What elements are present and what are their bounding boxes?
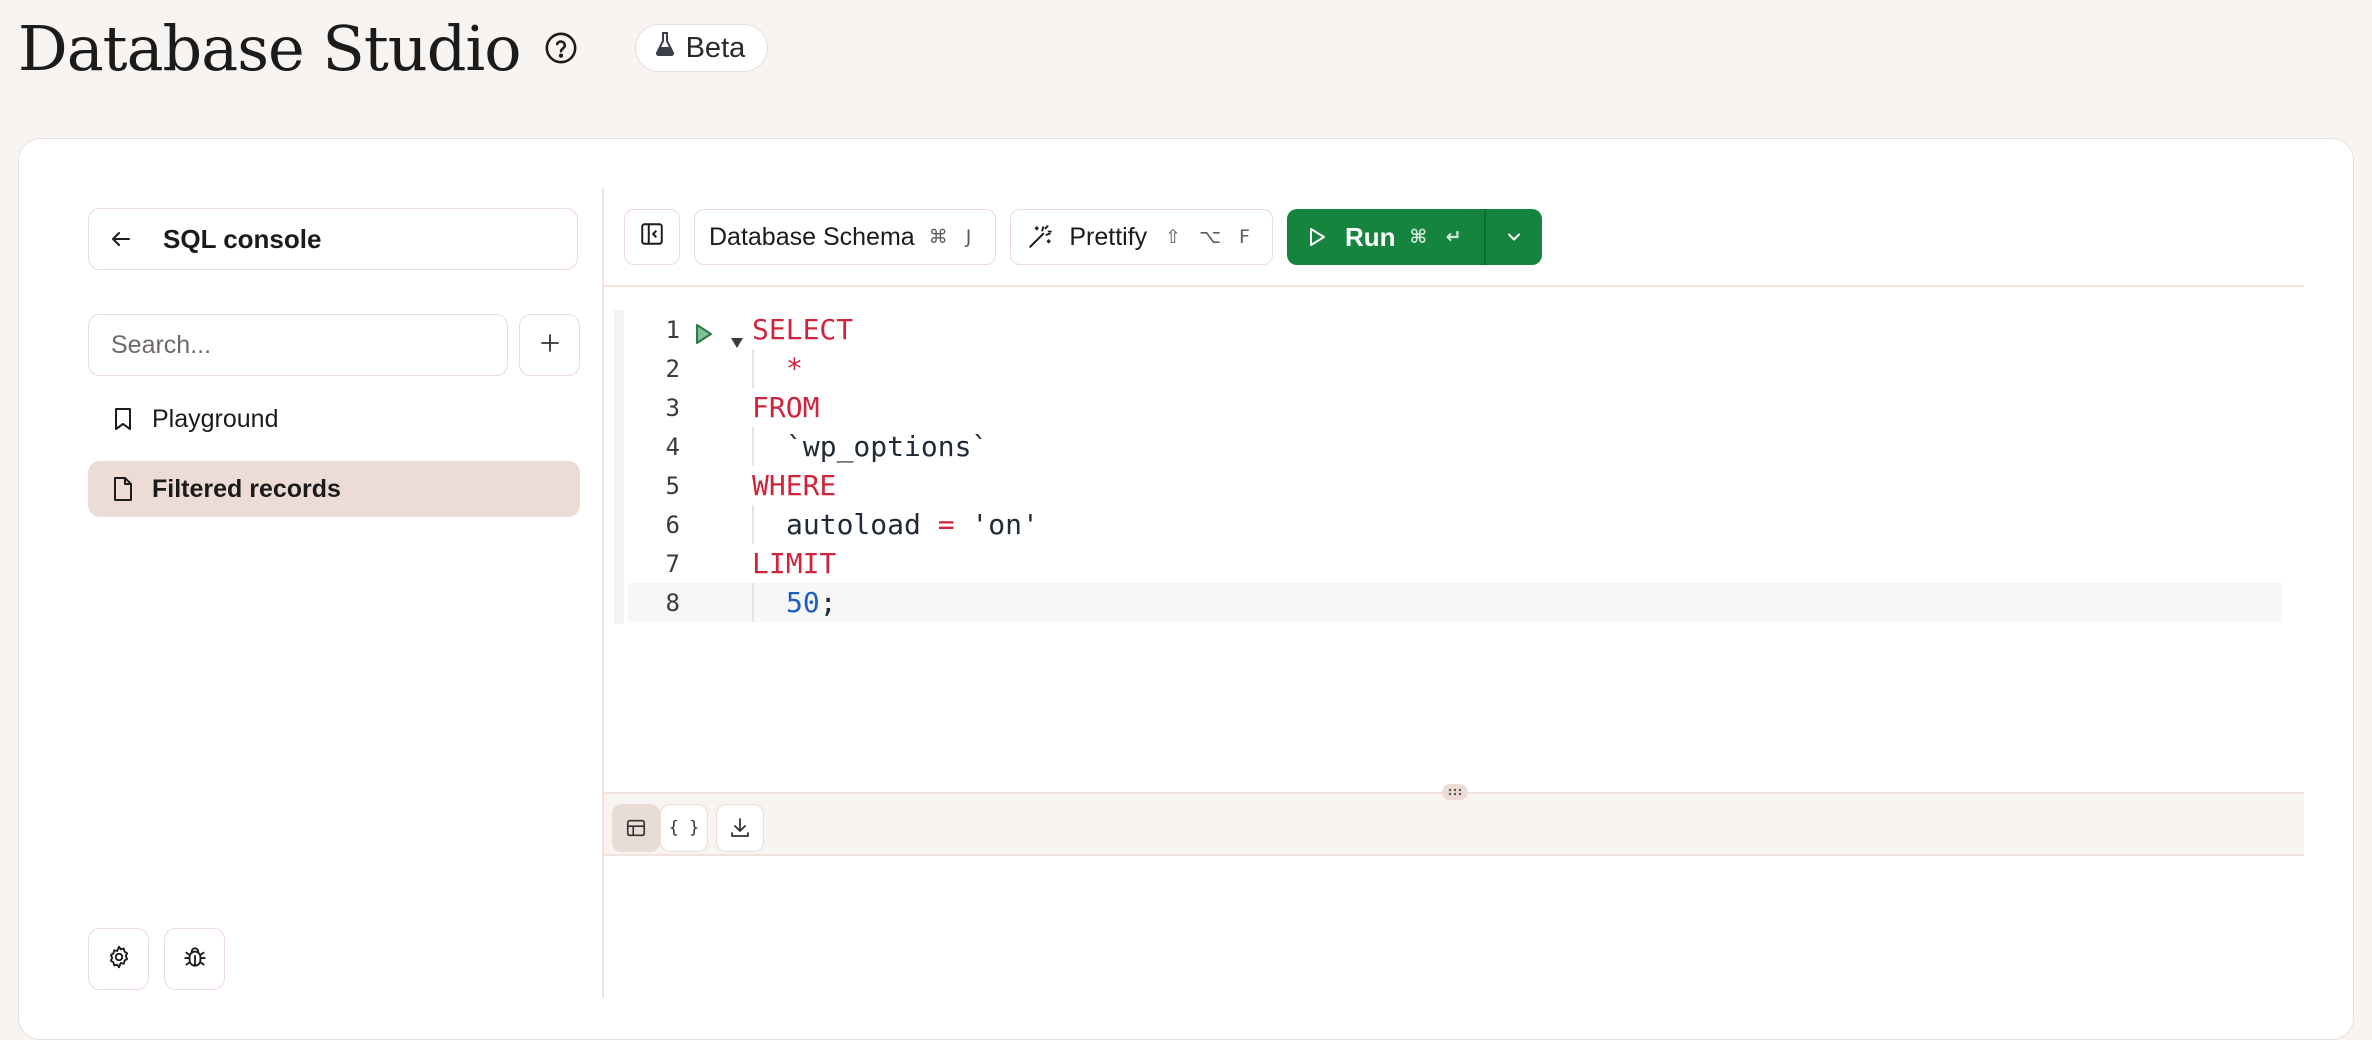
line-number: 4 (665, 432, 680, 461)
semicolon: ; (819, 586, 837, 619)
prettify-shortcut: ⇧ ⌥ F (1165, 226, 1256, 248)
add-query-button[interactable] (519, 314, 580, 376)
run-line-icon[interactable] (694, 319, 714, 352)
sidebar: SQL console Playground Filtered records (88, 208, 580, 998)
search-input[interactable] (88, 314, 508, 376)
prettify-button[interactable]: Prettify ⇧ ⌥ F (1010, 209, 1273, 265)
gear-icon (106, 944, 132, 975)
keyword-where: WHERE (752, 469, 837, 502)
table-name: `wp_options` (786, 430, 989, 463)
results-toolbar: { } (604, 792, 2304, 856)
run-options-dropdown[interactable] (1486, 209, 1542, 265)
sidebar-collapse-icon (639, 221, 665, 254)
file-icon (110, 476, 136, 502)
limit-value: 50; (786, 586, 837, 619)
operator: = (937, 508, 955, 541)
sidebar-footer (88, 928, 225, 990)
where-condition: autoload = 'on' (786, 508, 1039, 541)
line-number: 5 (665, 471, 680, 500)
line-number: 8 (665, 588, 680, 617)
plus-icon (538, 331, 562, 360)
code-line: 5 WHERE (628, 466, 2282, 505)
column-name: autoload (786, 508, 938, 541)
settings-button[interactable] (88, 928, 149, 990)
sidebar-item-filtered-records[interactable]: Filtered records (88, 461, 580, 517)
back-to-sql-console-button[interactable]: SQL console (88, 208, 578, 270)
download-button[interactable] (716, 804, 764, 852)
toolbar-divider (604, 285, 2304, 287)
code-line: 2 * (628, 349, 2282, 388)
page-title: Database Studio (18, 11, 522, 85)
prettify-label: Prettify (1069, 222, 1148, 251)
code-line: 7 LIMIT (628, 544, 2282, 583)
code-line: 3 FROM (628, 388, 2282, 427)
beta-badge: Beta (634, 24, 769, 72)
debug-button[interactable] (164, 928, 225, 990)
chevron-down-icon (1504, 227, 1524, 247)
run-button-group: Run ⌘ ↵ (1286, 209, 1542, 265)
indent-guide (752, 583, 754, 622)
beta-label: Beta (685, 31, 746, 64)
indent-guide (752, 505, 754, 544)
sql-editor[interactable]: 1 SELECT 2 * 3 FROM 4 `wp_options` 5 WHE… (614, 310, 2282, 626)
schema-label: Database Schema (709, 222, 915, 251)
number-literal: 50 (786, 586, 820, 619)
code-line: 6 autoload = 'on' (628, 505, 2282, 544)
table-view-icon (625, 817, 647, 839)
page-header: Database Studio Beta (18, 0, 769, 96)
keyword-select: SELECT (752, 313, 854, 346)
json-view-icon: { } (668, 818, 700, 838)
run-button[interactable]: Run ⌘ ↵ (1287, 209, 1484, 265)
database-schema-button[interactable]: Database Schema ⌘ J (694, 209, 997, 265)
line-number: 3 (665, 393, 680, 422)
sidebar-item-playground[interactable]: Playground (88, 391, 580, 447)
run-label: Run (1344, 221, 1396, 252)
resize-handle[interactable] (1442, 784, 1468, 800)
sidebar-divider (602, 188, 604, 998)
line-number: 2 (665, 354, 680, 383)
keyword-limit: LIMIT (752, 547, 837, 580)
sidebar-item-label: Playground (152, 404, 279, 433)
select-star: * (786, 352, 803, 385)
indent-guide (752, 349, 754, 388)
run-shortcut: ⌘ ↵ (1409, 226, 1468, 248)
table-view-button[interactable] (612, 804, 660, 852)
bug-icon (182, 944, 208, 975)
line-number: 1 (665, 315, 680, 344)
arrow-left-icon (109, 225, 137, 253)
sql-console-label: SQL console (163, 223, 322, 254)
sidebar-item-label: Filtered records (152, 474, 341, 503)
download-icon (728, 816, 752, 840)
indent-guide (752, 427, 754, 466)
flask-icon (654, 31, 676, 65)
code-line: 1 SELECT (628, 310, 2282, 349)
toggle-sidebar-button[interactable] (624, 209, 680, 265)
question-circle-icon[interactable] (543, 30, 579, 66)
string-value: 'on' (954, 508, 1039, 541)
keyword-from: FROM (752, 391, 820, 424)
bookmark-icon (110, 406, 136, 432)
json-view-button[interactable]: { } (660, 804, 708, 852)
code-line-current: 8 50; (628, 583, 2282, 622)
play-icon (1305, 225, 1329, 249)
grip-dots-icon (1448, 788, 1462, 796)
magic-wand-icon (1027, 224, 1053, 250)
editor-gutter (614, 310, 624, 624)
line-number: 6 (665, 510, 680, 539)
line-number: 7 (665, 549, 680, 578)
code-line: 4 `wp_options` (628, 427, 2282, 466)
schema-shortcut: ⌘ J (928, 226, 978, 248)
editor-toolbar: Database Schema ⌘ J Prettify ⇧ ⌥ F Run ⌘… (624, 209, 1542, 265)
